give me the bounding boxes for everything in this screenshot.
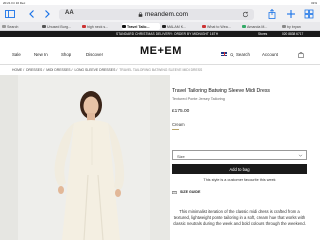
- tabs-grid-icon: [304, 9, 314, 19]
- tab-overview-button[interactable]: [303, 8, 315, 20]
- tab-favicon: [122, 24, 126, 29]
- tab-search[interactable]: Search: [2, 23, 40, 30]
- product-title: Travel Tailoring Batwing Sleeve Midi Dre…: [172, 88, 271, 94]
- tab-item[interactable]: What to Wea...: [202, 23, 240, 30]
- url-text: meandem.com: [145, 10, 188, 18]
- sidebar-toggle-button[interactable]: [4, 8, 16, 20]
- breadcrumb-midi-dresses[interactable]: MIDI DRESSES: [46, 68, 70, 72]
- search-button[interactable]: Search: [230, 52, 250, 57]
- product-price: £175.00: [172, 109, 190, 114]
- shopping-bag-icon: [298, 51, 304, 58]
- nav-shop[interactable]: Shop: [61, 52, 71, 57]
- size-guide-link[interactable]: SIZE GUIDE: [172, 190, 200, 194]
- account-link[interactable]: Account: [262, 52, 278, 57]
- breadcrumb-dresses[interactable]: DRESSES: [26, 68, 42, 72]
- search-icon: [230, 52, 234, 57]
- tab-favicon: [282, 24, 286, 29]
- breadcrumb-current: TRAVEL TAILORING BATWING SLEEVE MIDI DRE…: [119, 68, 203, 72]
- tab-strip: Search Unused Burg... high neck s... Tra…: [0, 22, 320, 31]
- forward-button[interactable]: [41, 8, 53, 20]
- ruler-icon: [172, 190, 177, 194]
- sidebar-icon: [5, 10, 15, 18]
- breadcrumb-long-sleeve-dresses[interactable]: LONG SLEEVE DRESSES: [74, 68, 115, 72]
- share-icon: [268, 9, 276, 19]
- breadcrumb-home[interactable]: HOME: [12, 68, 22, 72]
- size-select[interactable]: Size: [172, 150, 307, 160]
- tab-item[interactable]: Amanda M...: [242, 23, 280, 30]
- nav-discover[interactable]: Discover: [86, 52, 103, 57]
- add-to-bag-label: Add to bag: [229, 166, 250, 172]
- colour-swatch[interactable]: [172, 129, 179, 130]
- tab-item[interactable]: by bryan: [282, 23, 314, 30]
- size-select-label: Size: [177, 153, 185, 159]
- nav-sale[interactable]: Sale: [12, 52, 21, 57]
- bag-button[interactable]: [298, 51, 304, 59]
- tab-active[interactable]: Travel Tailo...: [122, 23, 160, 30]
- browser-toolbar: AA meandem.com: [0, 5, 320, 22]
- share-button[interactable]: [266, 8, 278, 20]
- chevron-right-icon: [45, 10, 50, 18]
- model-photo: [0, 75, 170, 240]
- product-description: This minimalist iteration of the classic…: [173, 209, 306, 226]
- add-to-bag-button[interactable]: Add to bag: [172, 164, 307, 174]
- tab-item[interactable]: MALAM K...: [162, 23, 200, 30]
- product-subtitle: Textured Ponte Jersey Tailoring: [172, 97, 225, 101]
- tab-favicon: [42, 24, 46, 29]
- tab-favicon: [2, 24, 6, 29]
- chevron-down-icon: [298, 154, 303, 157]
- site-header: Sale New In Shop Discover ME+EM Search A…: [0, 37, 320, 65]
- tab-item[interactable]: high neck s...: [82, 23, 120, 30]
- back-button[interactable]: [26, 8, 38, 20]
- breadcrumb: HOME/ DRESSES/ MIDI DRESSES/ LONG SLEEVE…: [12, 68, 203, 72]
- phone-link[interactable]: 020 8838 6717: [282, 32, 303, 36]
- site-logo[interactable]: ME+EM: [140, 45, 182, 57]
- product-info: Travel Tailoring Batwing Sleeve Midi Dre…: [172, 88, 307, 226]
- favourite-note: This style is a customer favourite this …: [203, 178, 276, 182]
- lock-icon: [138, 12, 143, 17]
- tab-favicon: [202, 24, 206, 29]
- stores-link[interactable]: Stores: [258, 32, 267, 36]
- uk-flag-icon[interactable]: [221, 52, 227, 56]
- product-image[interactable]: [0, 75, 170, 240]
- plus-icon: [287, 10, 295, 18]
- colour-name: Cream: [172, 122, 185, 127]
- nav-new-in[interactable]: New In: [34, 52, 48, 57]
- chevron-left-icon: [29, 10, 34, 18]
- reload-icon[interactable]: [242, 11, 249, 18]
- promo-message: STANDARD CHRISTMAS DELIVERY: ORDER BY MI…: [116, 32, 219, 37]
- tab-favicon: [162, 24, 166, 29]
- address-bar[interactable]: AA meandem.com: [59, 9, 254, 20]
- tab-favicon: [82, 24, 86, 29]
- new-tab-button[interactable]: [285, 8, 297, 20]
- tab-favicon: [242, 24, 246, 29]
- tab-item[interactable]: Unused Burg...: [42, 23, 80, 30]
- text-size-button[interactable]: AA: [65, 10, 74, 16]
